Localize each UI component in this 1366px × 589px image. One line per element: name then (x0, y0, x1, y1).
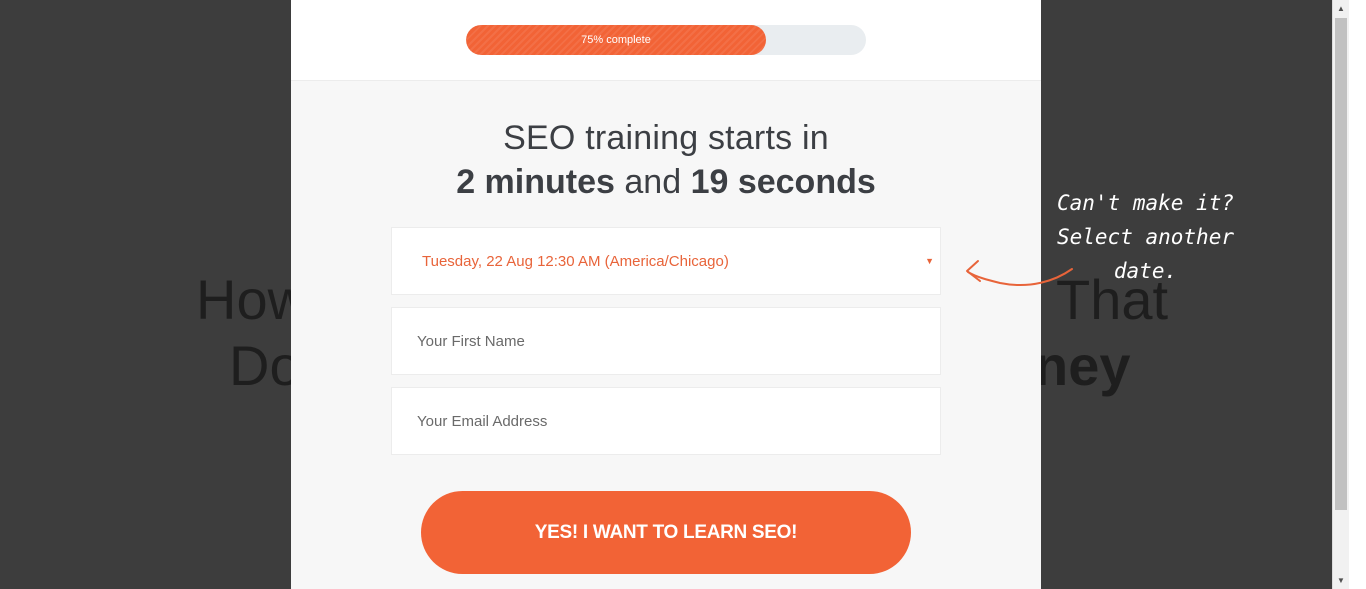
date-select[interactable]: Tuesday, 22 Aug 12:30 AM (America/Chicag… (391, 227, 941, 295)
background-headline-fragment: ney (1034, 334, 1131, 397)
date-select-value: Tuesday, 22 Aug 12:30 AM (America/Chicag… (422, 252, 729, 270)
first-name-input[interactable] (392, 308, 940, 374)
progress-label: 75% complete (581, 34, 651, 46)
caret-down-icon: ▼ (925, 256, 934, 266)
progress-fill: 75% complete (466, 25, 766, 55)
triangle-up-icon[interactable]: ▲ (1333, 0, 1349, 17)
email-field-wrap (391, 387, 941, 455)
countdown-seconds: 19 seconds (690, 163, 876, 201)
date-select-value-wrap: Tuesday, 22 Aug 12:30 AM (America/Chicag… (392, 253, 940, 270)
registration-modal: 75% complete SEO training starts in 2 mi… (291, 0, 1041, 589)
countdown-and: and (624, 163, 682, 201)
viewport: How That Do ney 75% complete SEO trainin… (0, 0, 1366, 589)
vertical-scrollbar[interactable]: ▲ ▼ (1332, 0, 1349, 589)
annotation-line: Select another (1056, 225, 1234, 249)
email-input[interactable] (392, 388, 940, 454)
headline-title: SEO training starts in (503, 119, 829, 157)
modal-header: 75% complete (291, 0, 1041, 81)
progress-bar: 75% complete (466, 25, 866, 55)
countdown-minutes: 2 minutes (456, 163, 615, 201)
window-edge (1349, 0, 1366, 589)
annotation-line: Can't make it? (1056, 191, 1234, 215)
countdown-headline: SEO training starts in 2 minutes and 19 … (291, 116, 1041, 204)
triangle-down-icon[interactable]: ▼ (1333, 572, 1349, 589)
scrollbar-thumb[interactable] (1335, 18, 1347, 510)
first-name-field-wrap (391, 307, 941, 375)
background-headline-fragment: Do (229, 334, 301, 397)
submit-button[interactable]: YES! I WANT TO LEARN SEO! (421, 491, 911, 574)
curved-arrow-left-icon (966, 260, 1073, 287)
countdown-timer: 2 minutes and 19 seconds (291, 160, 1041, 204)
